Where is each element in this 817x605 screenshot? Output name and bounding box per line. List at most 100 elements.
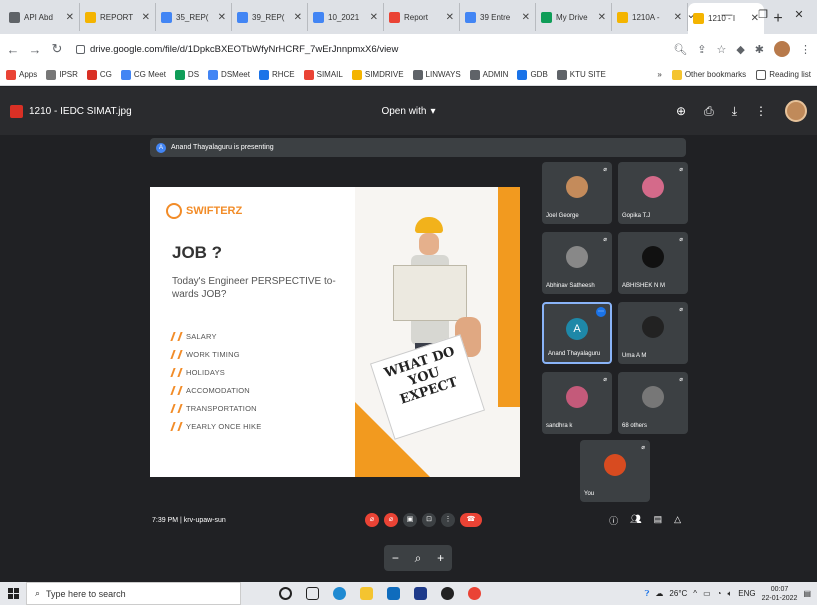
battery-icon: ▭: [703, 589, 711, 598]
bookmark-item[interactable]: Apps: [6, 69, 37, 80]
more-options-icon[interactable]: ⋮: [755, 104, 767, 118]
browser-tab[interactable]: My Drive ✕: [536, 3, 612, 31]
app-icon[interactable]: [441, 587, 454, 600]
participant-tile: A ⋯ Anand Thayalaguru: [542, 302, 612, 364]
browser-tab[interactable]: 35_REP(✕: [156, 3, 232, 31]
system-tray: ❓︎ ☁ 26°C ^ ▭ ◔ 🔈︎ ENG 00:07 22-01-2022 …: [645, 585, 817, 603]
participant-avatar: [566, 386, 588, 408]
participant-avatar: [642, 176, 664, 198]
close-tab-icon[interactable]: ✕: [370, 12, 378, 23]
bookmark-item[interactable]: IPSR: [46, 69, 78, 80]
bookmark-icon: [174, 69, 185, 80]
participant-name: ABHISHEK N M: [622, 283, 666, 289]
mic-muted-icon: ⌀: [679, 377, 683, 383]
zoom-icon[interactable]: ⌕: [415, 551, 422, 566]
browser-tab[interactable]: 39 Entre ✕: [460, 3, 536, 31]
activities-icon: △: [674, 513, 681, 524]
bookmark-item[interactable]: RHCE: [258, 69, 295, 80]
account-avatar[interactable]: [785, 100, 807, 122]
bookmark-item[interactable]: GDB: [517, 69, 548, 80]
notifications-icon[interactable]: ▤: [803, 589, 811, 598]
mic-muted-icon: ⌀: [603, 377, 607, 383]
zoom-in-button[interactable]: +: [437, 551, 444, 565]
add-shortcut-icon[interactable]: ⊕: [676, 104, 686, 118]
bookmark-item[interactable]: SIMDRIVE: [351, 69, 404, 80]
browser-tab[interactable]: 10_2021 ✕: [308, 3, 384, 31]
participant-tile: ⌀ You: [580, 440, 650, 502]
reload-icon[interactable]: ↻: [50, 41, 64, 57]
other-bookmarks[interactable]: Other bookmarks: [671, 69, 746, 80]
bookmarks-overflow-icon[interactable]: »: [657, 70, 661, 79]
bookmark-icon: [556, 69, 567, 80]
bookmark-icon: [6, 69, 16, 80]
bookmark-item[interactable]: SIMAIL: [303, 69, 343, 80]
close-window-button[interactable]: ✕: [781, 0, 817, 34]
extension-icon[interactable]: ◆: [736, 43, 744, 56]
browser-tab[interactable]: 39_REP(✕: [232, 3, 308, 31]
windows-taskbar: ⌕ Type here to search ❓︎ ☁ 26°C ^ ▭ ◔ 🔈︎…: [0, 582, 817, 605]
minimize-button[interactable]: —: [709, 0, 745, 34]
bookmark-item[interactable]: CG: [86, 69, 112, 80]
browser-tab[interactable]: REPORT ✕: [80, 3, 156, 31]
menu-icon[interactable]: ⋮: [800, 43, 811, 56]
mic-muted-icon: ⌀: [679, 237, 683, 243]
address-bar-row: ← → ↻ drive.google.com/file/d/1DpkcBXEOT…: [0, 34, 817, 64]
reading-list-icon: [756, 69, 767, 80]
file-explorer-icon[interactable]: [360, 587, 373, 600]
back-icon[interactable]: ←: [6, 42, 20, 57]
bookmark-item[interactable]: CG Meet: [120, 69, 166, 80]
reading-list[interactable]: Reading list: [756, 69, 811, 80]
tab-search-icon[interactable]: ⌄: [673, 0, 709, 34]
print-icon[interactable]: ⎙: [704, 104, 714, 119]
share-icon[interactable]: ⇪: [697, 43, 706, 56]
participant-tile: ⌀ ABHISHEK N M: [618, 232, 688, 294]
tab-favicon-icon: [313, 11, 324, 23]
bookmark-item[interactable]: DSMeet: [208, 69, 250, 80]
url-text: drive.google.com/file/d/1DpkcBXEOTbWfyNr…: [90, 43, 399, 55]
clock[interactable]: 00:07 22-01-2022: [762, 585, 798, 603]
profile-avatar[interactable]: [774, 41, 790, 57]
close-tab-icon[interactable]: ✕: [142, 12, 150, 23]
chrome-icon[interactable]: [468, 587, 481, 600]
mic-muted-icon: ⌀: [603, 237, 607, 243]
close-tab-icon[interactable]: ✕: [294, 12, 302, 23]
edge-icon[interactable]: [333, 587, 346, 600]
zoom-out-button[interactable]: −: [392, 551, 399, 565]
forward-icon[interactable]: →: [28, 42, 42, 57]
close-tab-icon[interactable]: ✕: [522, 12, 530, 23]
mail-icon[interactable]: [387, 587, 400, 600]
bullet-icon: [170, 349, 183, 359]
start-button[interactable]: [0, 582, 26, 605]
cortana-icon[interactable]: [279, 587, 292, 600]
close-tab-icon[interactable]: ✕: [66, 12, 74, 23]
browser-tab[interactable]: Report ✕: [384, 3, 460, 31]
participant-tile: ⌀ Abhinav Satheesh: [542, 232, 612, 294]
task-view-icon[interactable]: [306, 587, 319, 600]
participant-avatar: [642, 316, 664, 338]
puzzle-icon[interactable]: ✱: [755, 43, 764, 56]
bookmark-item[interactable]: ADMIN: [469, 69, 508, 80]
help-icon[interactable]: ❓︎: [645, 589, 650, 599]
windows-icon: [7, 588, 19, 599]
bookmark-item[interactable]: LINWAYS: [412, 69, 461, 80]
browser-tab[interactable]: API Abd ✕: [4, 3, 80, 31]
bookmark-icon: [86, 69, 97, 80]
slide-bullet: TRANSPORTATION: [170, 399, 261, 417]
tray-chevron-icon[interactable]: ^: [693, 589, 697, 598]
bookmark-item[interactable]: KTU SITE: [556, 69, 606, 80]
star-icon[interactable]: ☆: [716, 43, 726, 56]
bookmark-item[interactable]: DS: [174, 69, 199, 80]
tab-favicon-icon: [541, 11, 552, 23]
url-field[interactable]: drive.google.com/file/d/1DpkcBXEOTbWfyNr…: [72, 38, 665, 60]
zoom-icon[interactable]: 🔍︎: [673, 43, 687, 56]
open-with-button[interactable]: Open with ▾: [381, 106, 435, 117]
close-tab-icon[interactable]: ✕: [598, 12, 606, 23]
close-tab-icon[interactable]: ✕: [218, 12, 226, 23]
dropbox-icon[interactable]: [414, 587, 427, 600]
download-icon[interactable]: ⤓: [732, 104, 737, 119]
taskbar-search[interactable]: ⌕ Type here to search: [26, 582, 241, 605]
language-indicator[interactable]: ENG: [738, 589, 755, 598]
close-tab-icon[interactable]: ✕: [446, 12, 454, 23]
maximize-button[interactable]: ❐: [745, 0, 781, 34]
weather-temp: 26°C: [669, 589, 688, 598]
